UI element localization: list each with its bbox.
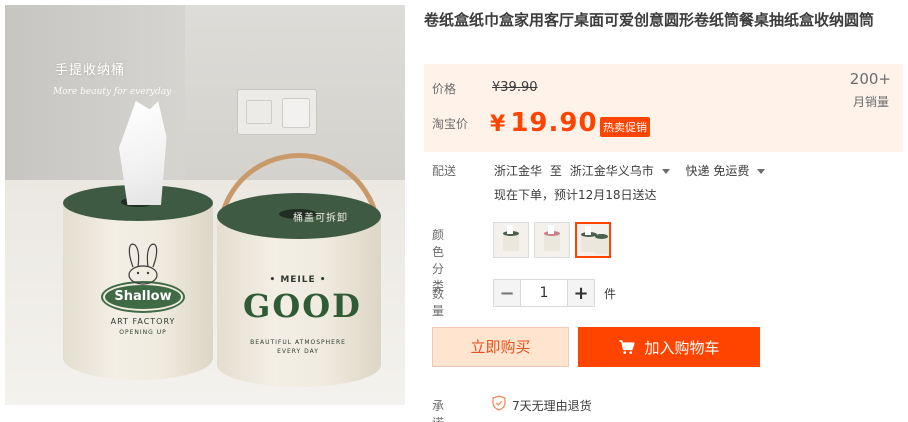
price-panel: 价格 ¥39.90 淘宝价 ¥19.90 热卖促销 200+ 月销量 (424, 64, 903, 152)
price-label: 价格 (432, 82, 457, 96)
right-can-small-text: BEAUTIFUL ATMOSPHERE (250, 339, 346, 346)
quantity-input[interactable]: 1 (520, 280, 568, 306)
ship-method-select[interactable]: 快递 免运费 (686, 164, 774, 178)
product-title: 卷纸盒纸巾盒家用客厅桌面可爱创意圆形卷纸筒餐桌抽纸盒收纳圆筒 (424, 11, 875, 29)
bunny-icon (128, 243, 158, 285)
ship-to-word: 至 (549, 164, 562, 178)
wall-socket (237, 89, 317, 135)
promise-text[interactable]: 7天无理由退货 (512, 397, 592, 414)
chevron-down-icon (757, 169, 766, 174)
good-logo: GOOD (243, 287, 362, 325)
color-swatch-1[interactable] (493, 222, 529, 258)
quantity-stepper: − 1 + (493, 279, 595, 307)
currency-symbol: ¥ (490, 112, 507, 137)
photo-caption-title: 手提收纳桶 (55, 63, 126, 78)
ship-from: 浙江金华 (494, 164, 543, 178)
ship-method: 快递 免运费 (685, 164, 750, 178)
promise-label: 承诺 (432, 399, 445, 422)
quantity-unit: 件 (604, 287, 617, 301)
lid-detachable-note: 桶盖可拆卸 (293, 213, 348, 224)
ship-destination-select[interactable]: 浙江金华义乌市 (570, 164, 678, 178)
shallow-logo: Shallow (103, 283, 183, 311)
color-swatch-2[interactable] (534, 222, 570, 258)
current-price: ¥19.90 (490, 108, 598, 138)
color-label: 颜色分类 (432, 228, 445, 293)
shipping-info: 浙江金华 至 浙江金华义乌市 快递 免运费 (494, 162, 777, 179)
current-price-value: 19.90 (510, 108, 598, 138)
taobao-price-label: 淘宝价 (432, 117, 469, 131)
buy-now-button[interactable]: 立即购买 (432, 327, 569, 367)
shield-check-icon (492, 395, 506, 411)
add-to-cart-label: 加入购物车 (644, 338, 720, 357)
photo-caption-script: More beauty for everyday (53, 87, 172, 97)
delivery-eta: 现在下单，预计12月18日送达 (494, 188, 657, 202)
hot-sale-badge: 热卖促销 (600, 117, 650, 137)
left-can-small-text: OPENING UP (119, 329, 167, 336)
add-to-cart-button[interactable]: 加入购物车 (578, 327, 760, 367)
right-can-top-text: • MEILE • (269, 275, 327, 285)
original-price: ¥39.90 (492, 80, 538, 95)
left-can-subtitle: ART FACTORY (110, 317, 176, 326)
ship-destination: 浙江金华义乌市 (569, 164, 654, 178)
cart-icon (619, 340, 636, 354)
quantity-minus-button[interactable]: − (494, 280, 520, 306)
product-image[interactable]: 手提收纳桶 More beauty for everyday Shallow A… (5, 5, 405, 405)
right-can-small-text-2: EVERY DAY (277, 348, 319, 355)
shipping-label: 配送 (432, 164, 457, 178)
chevron-down-icon (661, 169, 670, 174)
monthly-sales-count: 200+ (849, 70, 891, 88)
monthly-sales-label: 月销量 (852, 95, 889, 109)
quantity-label: 数量 (432, 287, 445, 318)
color-swatch-3[interactable] (575, 222, 611, 258)
quantity-plus-button[interactable]: + (568, 280, 594, 306)
